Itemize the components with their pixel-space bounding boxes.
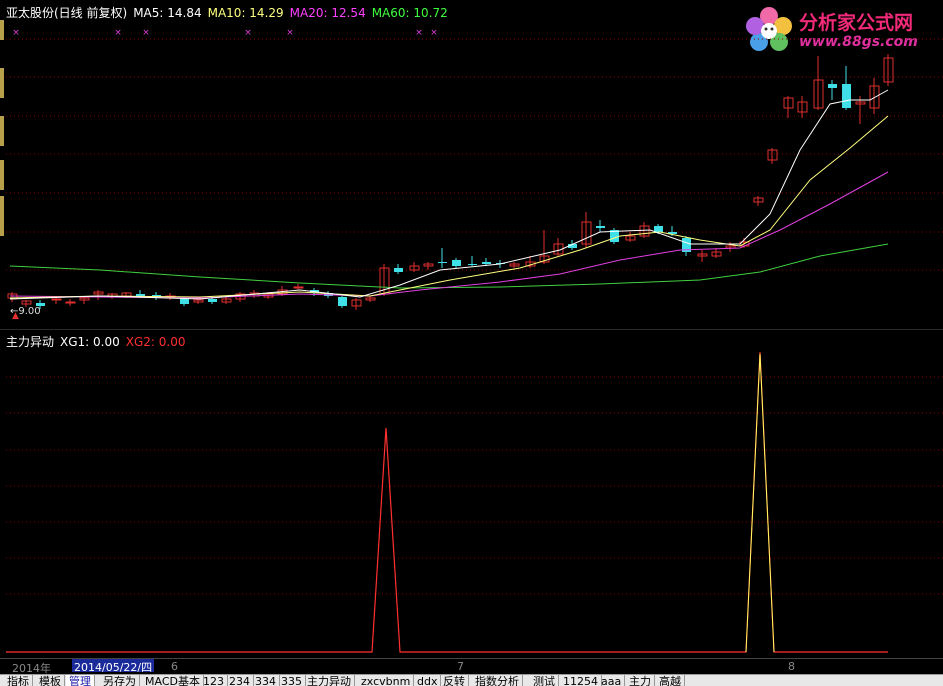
month-label-8: 8	[788, 660, 795, 673]
selected-date[interactable]: 2014/05/22/四	[72, 659, 155, 674]
candle-body	[293, 286, 304, 289]
tab-zxcvbnm[interactable]: zxcvbnm	[358, 675, 415, 686]
candle-body	[596, 226, 605, 228]
selection-markers: × × × × × × ×	[12, 28, 438, 38]
tab-335[interactable]: 335	[278, 675, 306, 686]
candle-body	[394, 268, 403, 272]
xg2-value: XG2: 0.00	[125, 335, 186, 349]
tab-save-as[interactable]: 另存为	[100, 675, 140, 686]
tab-template[interactable]: 模板	[36, 675, 65, 686]
candle-body	[452, 260, 461, 266]
xg1-value: XG1: 0.00	[60, 335, 120, 349]
candle-body	[65, 301, 76, 304]
main-chart-grid	[6, 38, 943, 271]
candlestick-chart[interactable]: × × × × × × × ▲	[0, 0, 943, 330]
tab-macd-basic[interactable]: MACD基本	[142, 675, 204, 686]
candles-layer: ▲	[7, 54, 894, 321]
tab-indicator[interactable]: 指标	[4, 675, 33, 686]
tab-manage[interactable]: 管理	[66, 675, 95, 686]
ma60-line	[9, 243, 889, 289]
selection-mark: ×	[286, 28, 294, 38]
ma5-line	[9, 89, 889, 300]
candle-body	[482, 262, 491, 264]
formula-tab-bar[interactable]: 指标 模板 管理 另存为 MACD基本 123 234 334 335 主力异动…	[0, 674, 943, 686]
price-marker-label: ←9.00	[10, 306, 41, 317]
tab-11254[interactable]: 11254	[560, 675, 602, 686]
candle-body	[180, 299, 189, 304]
tab-index-analysis[interactable]: 指数分析	[472, 675, 523, 686]
tab-main-force[interactable]: 主力异动	[304, 675, 355, 686]
xg1-line	[745, 353, 775, 653]
xg2-line	[6, 351, 888, 653]
candle-body	[654, 226, 663, 232]
tab-ddx[interactable]: ddx	[414, 675, 442, 686]
ma10-line	[9, 115, 889, 299]
candle-body	[338, 297, 347, 306]
candle-body	[468, 264, 477, 265]
tab-main[interactable]: 主力	[626, 675, 655, 686]
candle-body	[438, 262, 447, 263]
tab-gaoyue[interactable]: 高越	[656, 675, 685, 686]
candle-body	[136, 294, 145, 296]
tab-334[interactable]: 334	[252, 675, 280, 686]
ma20-line	[9, 171, 889, 299]
date-axis-bar[interactable]: 2014年 2014/05/22/四 6 7 8	[0, 658, 943, 675]
tab-test[interactable]: 测试	[530, 675, 559, 686]
selection-mark: ×	[12, 28, 20, 38]
selection-mark: ×	[415, 28, 423, 38]
selection-mark: ×	[114, 28, 122, 38]
indicator-grid	[6, 376, 943, 595]
indicator-chart[interactable]	[0, 348, 943, 658]
month-label-7: 7	[457, 660, 464, 673]
tab-234[interactable]: 234	[226, 675, 254, 686]
tab-123[interactable]: 123	[200, 675, 228, 686]
candle-body	[208, 299, 217, 302]
selection-mark: ×	[244, 28, 252, 38]
indicator-name[interactable]: 主力异动	[6, 335, 54, 349]
month-label-6: 6	[171, 660, 178, 673]
candle-body	[842, 84, 851, 108]
selection-mark: ×	[142, 28, 150, 38]
tab-reversal[interactable]: 反转	[440, 675, 469, 686]
candle-body	[828, 84, 837, 88]
tab-aaa[interactable]: aaa	[598, 675, 626, 686]
selection-mark: ×	[430, 28, 438, 38]
candle-body	[51, 298, 62, 301]
